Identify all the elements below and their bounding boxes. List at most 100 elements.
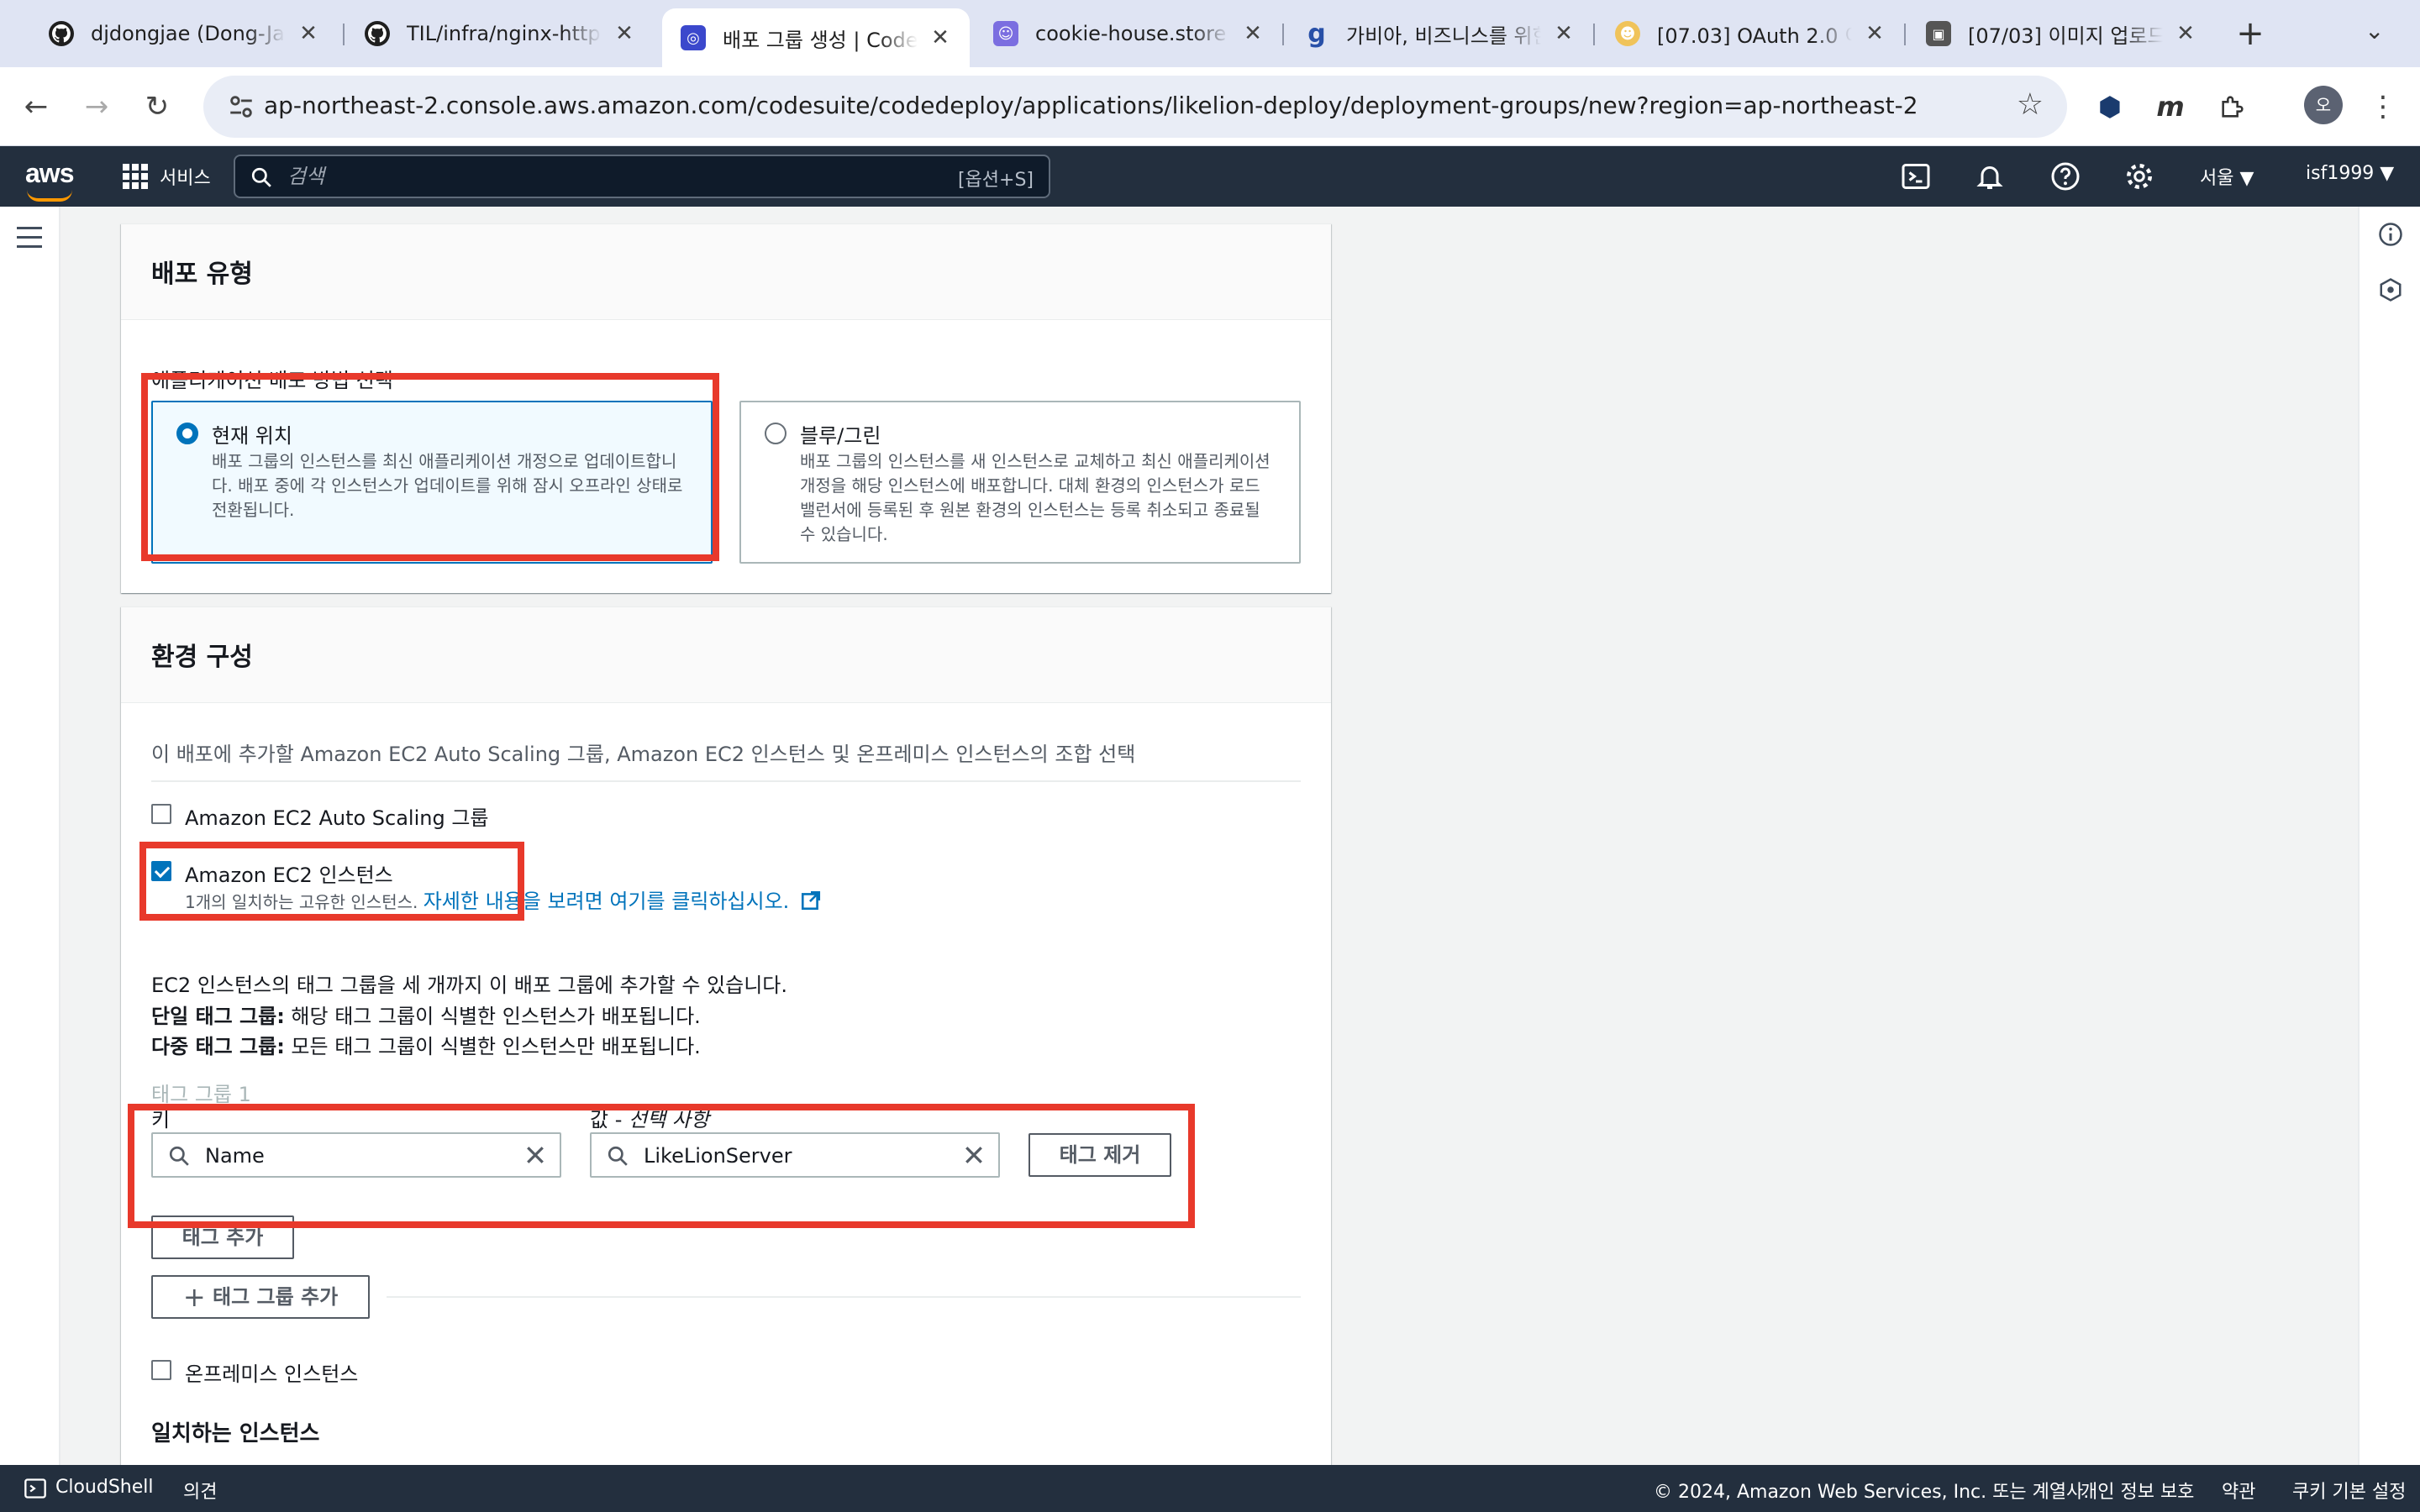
new-tab-icon[interactable]: + [2232, 15, 2269, 52]
tab-separator [1593, 24, 1595, 45]
browser-tab[interactable]: ☻ [07.03] OAuth 2.0 이 ✕ [1597, 12, 1904, 55]
tab-close-icon[interactable]: ✕ [928, 25, 953, 50]
tag-info-multi-text: 모든 태그 그룹이 식별한 인스턴스만 배포됩니다. [284, 1035, 701, 1058]
reload-icon[interactable]: ↻ [138, 87, 176, 126]
extension-hex-icon[interactable]: ⬢ [2089, 86, 2131, 128]
cloudshell-icon[interactable] [1901, 161, 1931, 192]
profile-avatar[interactable]: 오 [2304, 86, 2343, 124]
search-shortcut-hint: [옵션+S] [957, 170, 1034, 191]
cloudshell-link[interactable]: CloudShell [55, 1477, 154, 1498]
back-icon[interactable]: ← [17, 87, 55, 126]
github-icon [49, 21, 74, 46]
browser-tab[interactable]: TIL/infra/nginx-https ✕ [346, 12, 654, 55]
tab-separator [343, 24, 345, 45]
tag-info-line1: EC2 인스턴스의 태그 그룹을 세 개까지 이 배포 그룹에 추가할 수 있습… [151, 974, 787, 997]
onprem-checkbox[interactable] [151, 1360, 171, 1380]
browser-menu-icon[interactable]: ⋮ [2368, 86, 2398, 128]
help-icon[interactable] [2050, 161, 2081, 192]
tab-separator [1904, 24, 1906, 45]
services-label: 서비스 [160, 168, 211, 189]
add-tag-group-label: 태그 그룹 추가 [212, 1285, 339, 1309]
tag-info-multi-bold: 다중 태그 그룹: [151, 1035, 285, 1058]
tag-info-multi: 다중 태그 그룹: 모든 태그 그룹이 식별한 인스턴스만 배포됩니다. [151, 1030, 701, 1059]
bookmark-star-icon[interactable]: ☆ [2017, 87, 2044, 122]
aws-logo[interactable]: aws [25, 158, 74, 202]
bluegreen-title: 블루/그린 [800, 424, 881, 448]
tab-close-icon[interactable]: ✕ [2173, 21, 2198, 46]
bluegreen-option-tile[interactable]: 블루/그린 배포 그룹의 인스턴스를 새 인스턴스로 교체하고 최신 애플리케이… [739, 401, 1301, 564]
tab-close-icon[interactable]: ✕ [1862, 21, 1887, 46]
extension-m-icon[interactable]: m [2149, 86, 2191, 128]
services-grid-icon [123, 164, 148, 189]
browser-tab-active[interactable]: ◎ 배포 그룹 생성 | CodeD ✕ [662, 8, 970, 67]
section-divider [151, 780, 1301, 782]
codedeploy-icon: ◎ [681, 25, 706, 50]
feedback-link[interactable]: 의견 [183, 1477, 217, 1504]
deployment-type-title: 배포 유형 [121, 224, 1331, 320]
left-nav-rail [0, 207, 60, 1465]
browser-tab[interactable]: ☺ cookie-house.store ✕ [975, 12, 1282, 55]
copyright-text: © 2024, Amazon Web Services, Inc. 또는 계열사… [1654, 1482, 2090, 1503]
cloudshell-icon[interactable] [24, 1477, 47, 1500]
tag-info-single-bold: 단일 태그 그룹: [151, 1005, 285, 1028]
menu-hamburger-icon[interactable] [17, 227, 42, 249]
external-link-icon[interactable] [800, 890, 822, 911]
tab-title: TIL/infra/nginx-https [407, 22, 602, 45]
tab-close-icon[interactable]: ✕ [612, 21, 637, 46]
aws-smile-icon [27, 190, 72, 202]
aws-footer: CloudShell 의견 © 2024, Amazon Web Service… [0, 1465, 2420, 1512]
tab-title: [07.03] OAuth 2.0 이 [1657, 24, 1852, 48]
section-divider [387, 1296, 1301, 1298]
matching-instances-label: 일치하는 인스턴스 [151, 1421, 320, 1446]
github-icon [365, 21, 390, 46]
environment-panel: 환경 구성 이 배포에 추가할 Amazon EC2 Auto Scaling … [121, 606, 1331, 1465]
site-icon: ☺ [993, 21, 1018, 46]
tag-info-single: 단일 태그 그룹: 해당 태그 그룹이 식별한 인스턴스가 배포됩니다. [151, 1000, 701, 1029]
tab-close-icon[interactable]: ✕ [296, 21, 321, 46]
tab-close-icon[interactable]: ✕ [1240, 21, 1265, 46]
info-icon[interactable] [2378, 222, 2403, 247]
tag-info-single-text: 해당 태그 그룹이 식별한 인스턴스가 배포됩니다. [284, 1005, 701, 1028]
aws-search-input[interactable] [287, 163, 792, 190]
extensions-puzzle-icon[interactable] [2212, 86, 2254, 128]
browser-tab[interactable]: ▣ [07/03] 이미지 업로드 ✕ [1907, 12, 2215, 55]
url-text[interactable]: ap-northeast-2.console.aws.amazon.com/co… [264, 92, 1918, 119]
notion-icon: ☻ [1615, 21, 1640, 46]
forward-icon[interactable]: → [77, 87, 116, 126]
aws-logo-text: aws [25, 158, 74, 188]
plus-icon: + [182, 1281, 206, 1313]
tab-title: 가비아, 비즈니스를 위한 [1346, 24, 1541, 48]
site-info-icon[interactable] [227, 92, 255, 121]
asg-checkbox[interactable] [151, 804, 171, 824]
tab-title: 배포 그룹 생성 | CodeD [723, 28, 918, 52]
browser-tab[interactable]: g 가비아, 비즈니스를 위한 ✕ [1286, 12, 1593, 55]
tab-close-icon[interactable]: ✕ [1551, 21, 1576, 46]
search-icon [251, 167, 271, 187]
region-selector[interactable]: 서울 ▼ [2200, 163, 2254, 190]
highlight-box-inplace [141, 373, 719, 561]
privacy-link[interactable]: 개인 정보 보호 [2081, 1477, 2194, 1504]
tab-title: [07/03] 이미지 업로드 [1968, 24, 2163, 48]
aws-top-nav: aws 서비스 [옵션+S] 서울 ▼ isf1999 ▼ [0, 146, 2420, 207]
environment-title: 환경 구성 [121, 607, 1331, 703]
account-menu[interactable]: isf1999 ▼ [2306, 163, 2394, 184]
url-omnibox[interactable]: ap-northeast-2.console.aws.amazon.com/co… [203, 76, 2067, 138]
tab-separator [1282, 24, 1284, 45]
tab-title: cookie-house.store [1035, 22, 1227, 45]
address-bar: ← → ↻ ap-northeast-2.console.aws.amazon.… [0, 67, 2420, 146]
environment-intro: 이 배포에 추가할 Amazon EC2 Auto Scaling 그룹, Am… [151, 743, 1136, 766]
services-menu-button[interactable]: 서비스 [123, 163, 211, 190]
right-tools-rail [2358, 207, 2420, 1465]
feedback-hex-icon[interactable] [2378, 277, 2403, 302]
highlight-box-ec2 [139, 842, 524, 921]
notifications-bell-icon[interactable] [1975, 161, 2005, 192]
terms-link[interactable]: 약관 [2222, 1477, 2255, 1504]
gabia-icon: g [1307, 18, 1326, 49]
settings-gear-icon[interactable] [2124, 161, 2154, 192]
aws-search-box[interactable]: [옵션+S] [234, 155, 1050, 198]
bluegreen-radio[interactable] [765, 423, 786, 444]
cookie-preferences-link[interactable]: 쿠키 기본 설정 [2292, 1477, 2406, 1504]
add-tag-group-button[interactable]: + 태그 그룹 추가 [151, 1275, 370, 1319]
tab-search-icon[interactable]: ⌄ [2365, 17, 2384, 45]
browser-tab[interactable]: djdongjae (Dong-Jae ✕ [30, 12, 338, 55]
